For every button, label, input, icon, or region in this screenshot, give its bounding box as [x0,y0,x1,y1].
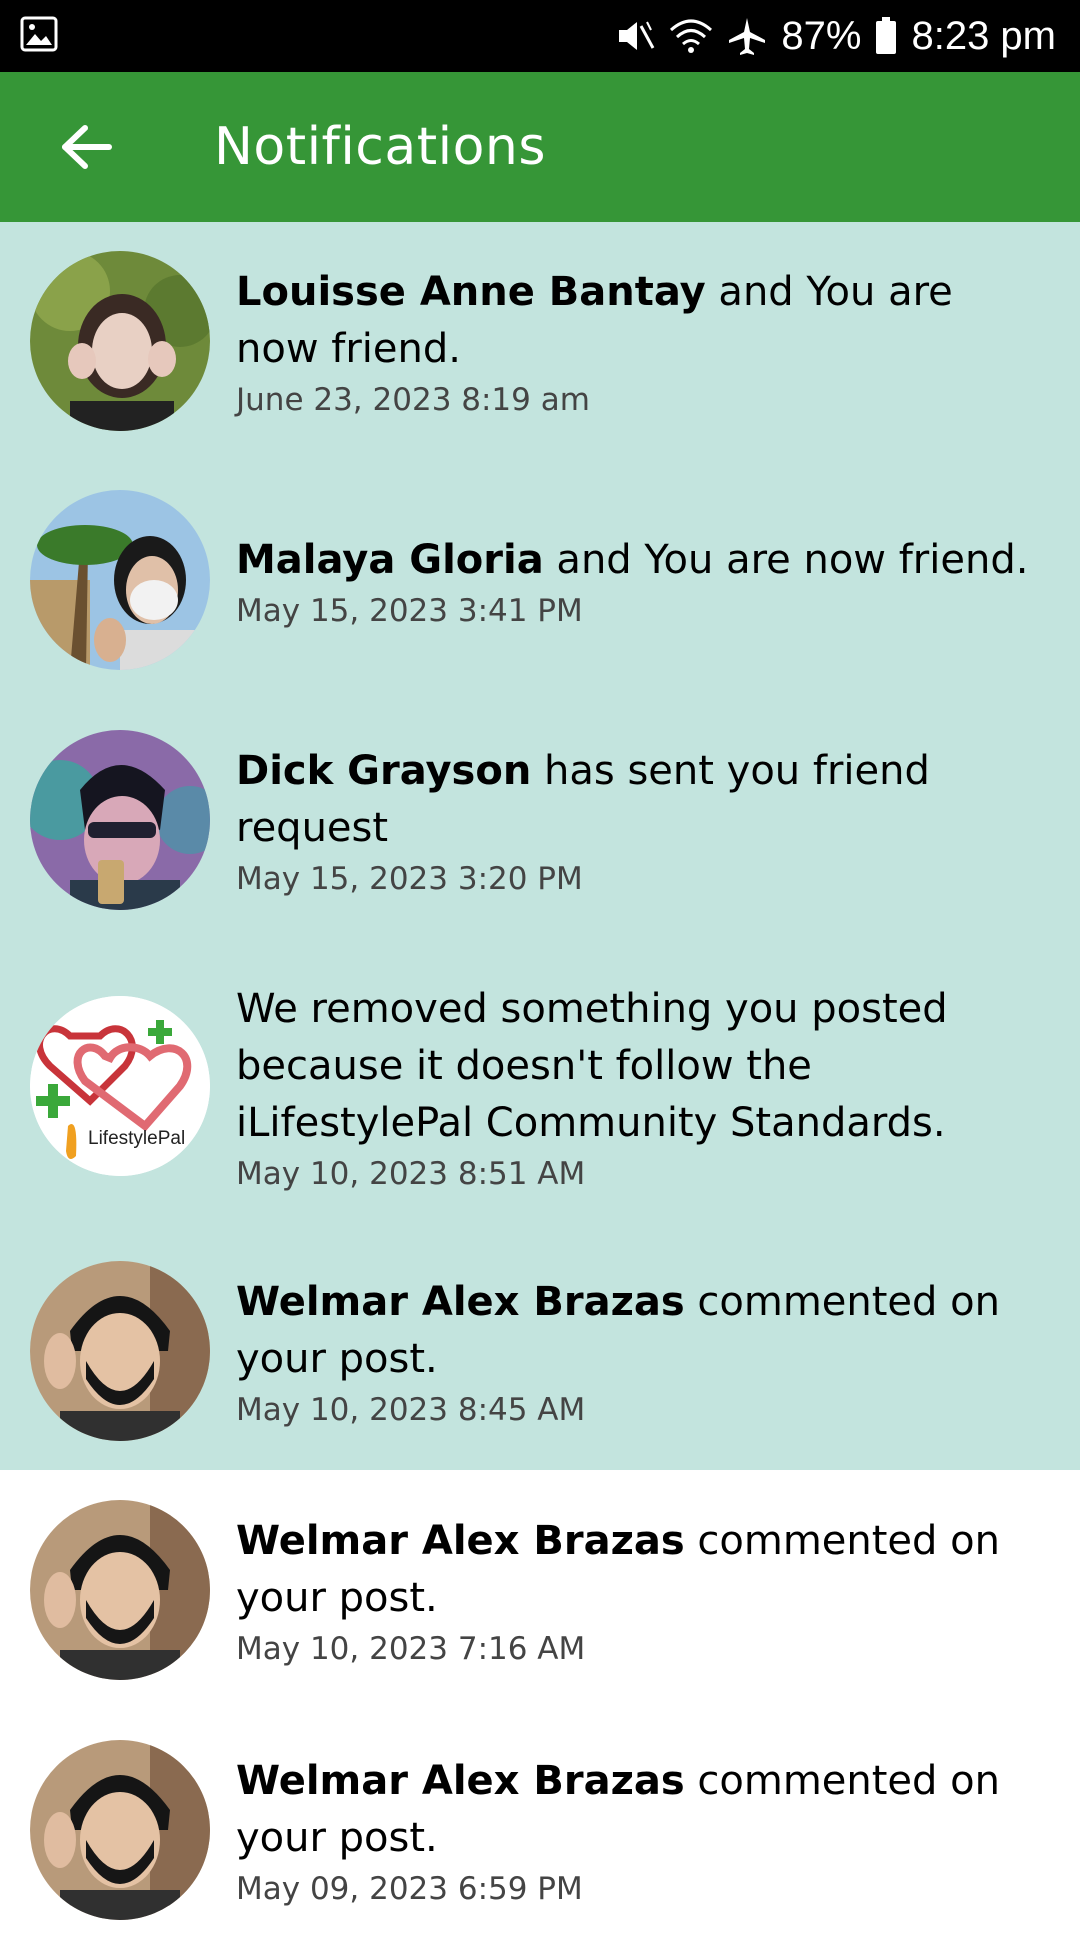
avatar [30,1740,210,1920]
avatar [30,1261,210,1441]
battery-percent: 87% [781,13,862,58]
wifi-icon [669,16,713,56]
page-title: Notifications [214,117,546,177]
battery-icon [875,17,897,55]
notification-sender: Welmar Alex Brazas [236,1518,685,1564]
notification-item[interactable]: LifestylePal We removed something you po… [0,940,1080,1232]
notification-item[interactable]: Welmar Alex Brazas commented on your pos… [0,1710,1080,1950]
notification-time: June 23, 2023 8:19 am [236,382,590,418]
app-bar: Notifications [0,72,1080,222]
airplane-icon [727,16,767,56]
notification-sender: Dick Grayson [236,748,532,794]
notification-time: May 10, 2023 7:16 AM [236,1631,586,1667]
arrow-left-icon [62,125,112,169]
notification-list: Louisse Anne Bantay and You are now frie… [0,222,1080,1950]
notification-sender: Welmar Alex Brazas [236,1279,685,1325]
notification-item[interactable]: Louisse Anne Bantay and You are now frie… [0,222,1080,460]
notification-item[interactable]: Welmar Alex Brazas commented on your pos… [0,1470,1080,1710]
notification-sender: Louisse Anne Bantay [236,269,706,315]
avatar [30,251,210,431]
notification-time: May 10, 2023 8:51 AM [236,1155,586,1192]
gallery-icon [20,16,58,57]
avatar [30,1500,210,1680]
notification-sender: Welmar Alex Brazas [236,1758,685,1804]
notification-time: May 15, 2023 3:20 PM [236,861,583,897]
notification-time: May 09, 2023 6:59 PM [236,1871,583,1907]
avatar [30,730,210,910]
logo-text: LifestylePal [88,1128,185,1149]
notification-item[interactable]: Welmar Alex Brazas commented on your pos… [0,1232,1080,1470]
notification-item[interactable]: Dick Grayson has sent you friend request… [0,700,1080,940]
notification-item[interactable]: Malaya Gloria and You are now friend. Ma… [0,460,1080,700]
lifestylepal-logo: LifestylePal [30,996,210,1176]
notification-text: We removed something you posted because … [236,985,948,1146]
status-bar: 87% 8:23 pm [0,0,1080,72]
avatar [30,490,210,670]
status-time: 8:23 pm [911,13,1056,58]
notification-time: May 15, 2023 3:41 PM [236,592,583,629]
back-button[interactable] [56,117,116,177]
notification-text: and You are now friend. [543,536,1029,583]
notification-sender: Malaya Gloria [236,536,544,583]
notification-time: May 10, 2023 8:45 AM [236,1392,586,1428]
mute-vibrate-icon [615,16,655,56]
